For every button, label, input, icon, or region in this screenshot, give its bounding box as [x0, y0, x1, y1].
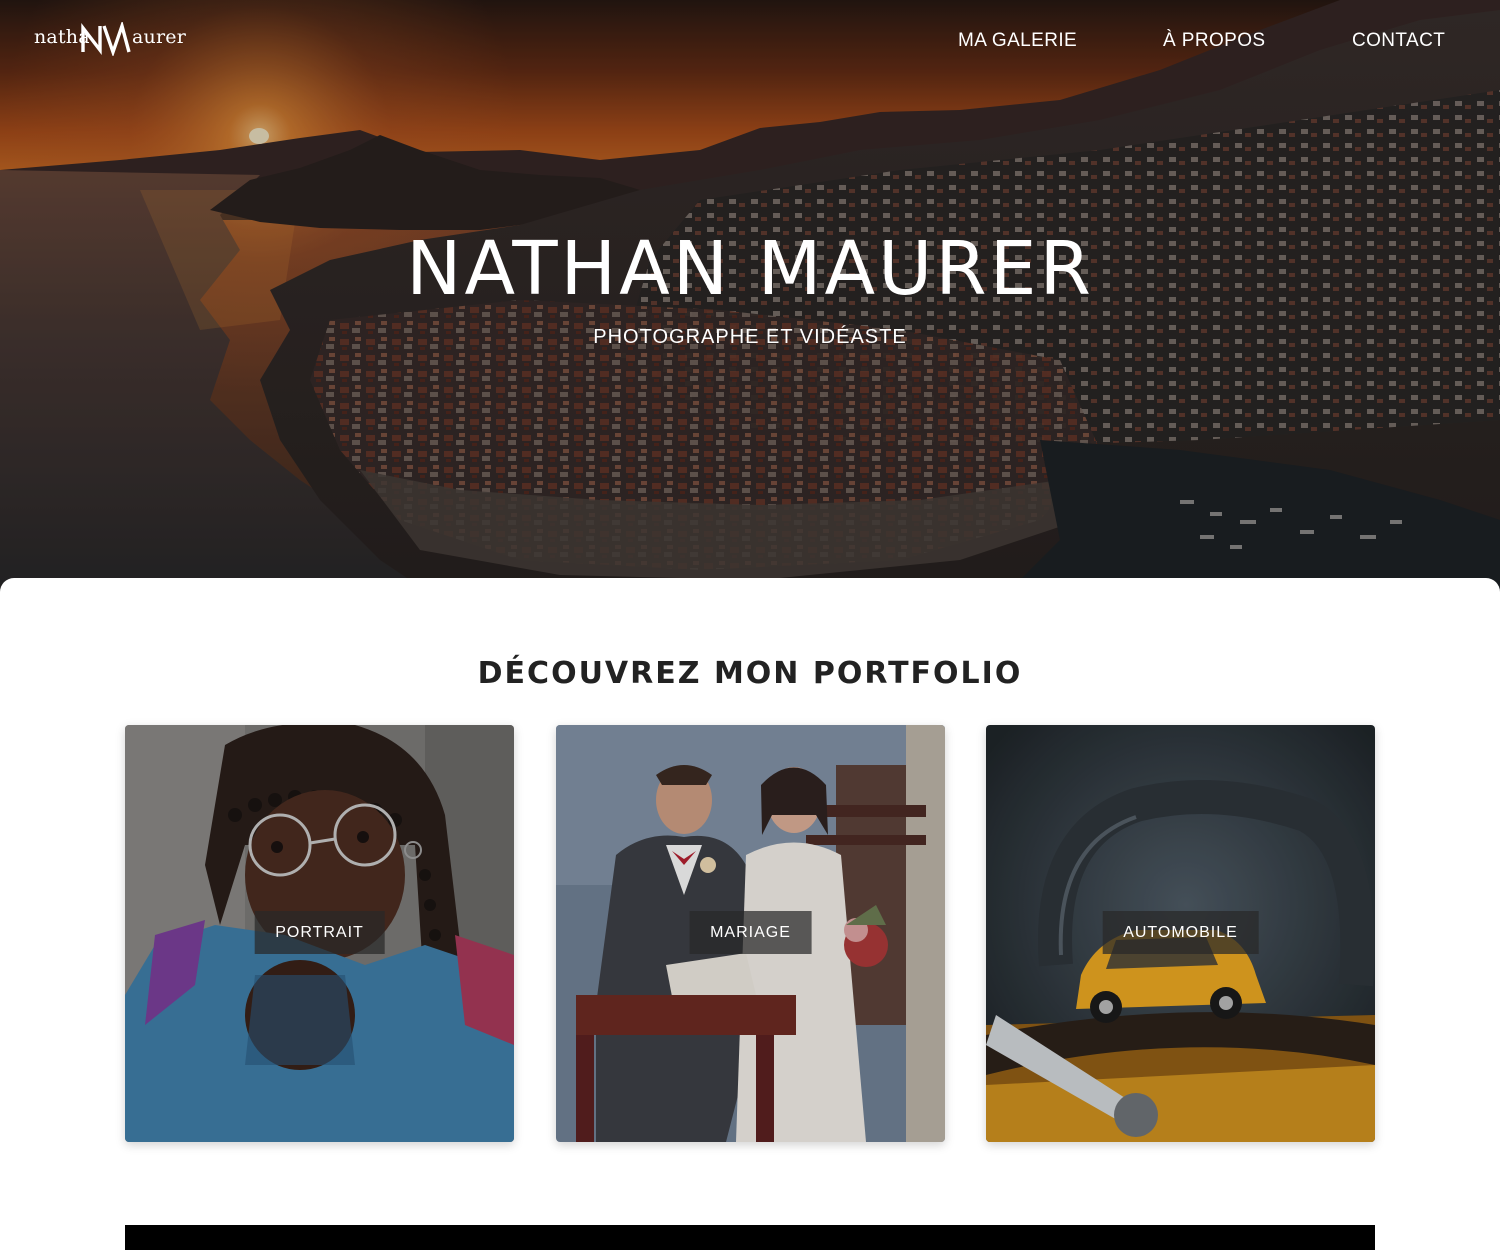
portfolio-card-wedding[interactable]: MARIAGE — [556, 725, 945, 1142]
hero-title: NATHAN MAURER — [406, 226, 1094, 312]
nav-link-contact[interactable]: CONTACT — [1352, 30, 1445, 52]
card-label-portrait: PORTRAIT — [254, 911, 385, 954]
card-label-automobile: AUTOMOBILE — [1102, 911, 1259, 954]
hero-section: natha aurer MA GALERIE À PROPOS CONTACT … — [0, 0, 1500, 600]
main-navigation: MA GALERIE À PROPOS CONTACT — [0, 30, 1500, 56]
nav-link-about[interactable]: À PROPOS — [1163, 30, 1265, 52]
card-label-wedding: MARIAGE — [689, 911, 812, 954]
portfolio-card-automobile[interactable]: AUTOMOBILE — [986, 725, 1375, 1142]
hero-subtitle: PHOTOGRAPHE ET VIDÉASTE — [593, 326, 907, 348]
portfolio-section: DÉCOUVREZ MON PORTFOLIO PORTRAIT MARIAGE… — [0, 578, 1500, 1250]
portfolio-title: DÉCOUVREZ MON PORTFOLIO — [477, 656, 1023, 691]
nav-link-gallery[interactable]: MA GALERIE — [958, 30, 1077, 52]
footer-strip — [125, 1225, 1375, 1250]
portfolio-card-portrait[interactable]: PORTRAIT — [125, 725, 514, 1142]
